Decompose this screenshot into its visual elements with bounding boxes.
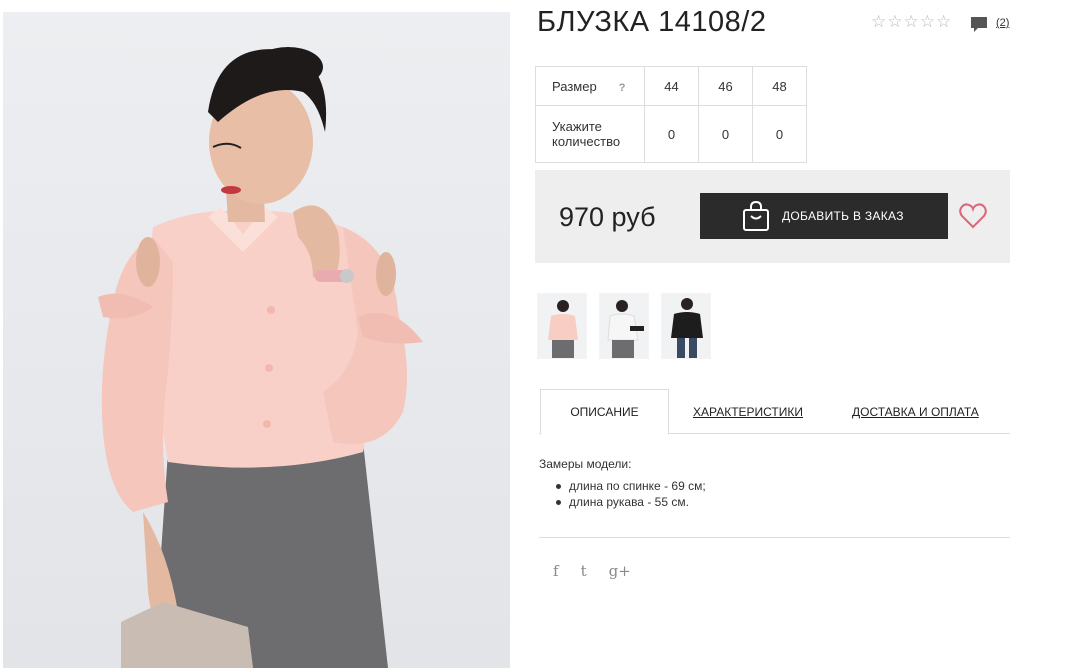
divider [539, 537, 1010, 538]
add-to-order-label: ДОБАВИТЬ В ЗАКАЗ [782, 209, 904, 223]
quantity-input[interactable]: 0 [752, 105, 807, 163]
twitter-icon[interactable]: t [581, 562, 587, 580]
description-heading: Замеры модели: [539, 457, 632, 471]
size-label: Размер [552, 78, 597, 94]
comment-icon[interactable] [970, 16, 988, 34]
size-option: 48 [752, 66, 807, 106]
product-title: БЛУЗКА 14108/2 [537, 6, 767, 38]
info-tabs: ОПИСАНИЕ ХАРАКТЕРИСТИКИ ДОСТАВКА И ОПЛАТ… [539, 389, 1010, 435]
list-item: длина по спинке - 69 см; [556, 478, 706, 494]
tab-delivery-payment[interactable]: ДОСТАВКА И ОПЛАТА [852, 389, 979, 434]
price: 970 руб [559, 202, 656, 232]
social-share: f t g+ [553, 562, 631, 580]
description-list: длина по спинке - 69 см; длина рукава - … [539, 478, 706, 510]
model-illustration [98, 47, 423, 668]
heart-icon[interactable] [959, 203, 987, 229]
facebook-icon[interactable]: f [553, 562, 559, 580]
reviews-link[interactable]: (2) [996, 17, 1009, 29]
list-item: длина рукава - 55 см. [556, 494, 706, 510]
size-help-icon[interactable]: ? [619, 82, 626, 94]
google-plus-icon[interactable]: g+ [609, 562, 631, 580]
thumbnail-black[interactable] [661, 293, 711, 359]
star-icon[interactable]: ☆ [887, 13, 902, 30]
add-to-order-button[interactable]: ДОБАВИТЬ В ЗАКАЗ [700, 193, 948, 239]
star-icon[interactable]: ☆ [936, 13, 951, 30]
bag-icon [743, 201, 769, 231]
size-option: 46 [698, 66, 753, 106]
description-panel: Замеры модели: длина по спинке - 69 см; … [539, 457, 706, 510]
star-icon[interactable]: ☆ [904, 13, 919, 30]
quantity-input[interactable]: 0 [698, 105, 753, 163]
quantity-label: Укажите количество [535, 105, 645, 163]
size-table: Размер? 44 46 48 Укажите количество 0 0 … [535, 66, 807, 163]
size-option: 44 [644, 66, 699, 106]
price-box: 970 руб ДОБАВИТЬ В ЗАКАЗ [535, 170, 1010, 263]
quantity-input[interactable]: 0 [644, 105, 699, 163]
product-main-image[interactable] [3, 12, 510, 668]
thumbnail-white[interactable] [599, 293, 649, 359]
star-icon[interactable]: ☆ [920, 13, 935, 30]
thumbnail-strip [537, 293, 711, 359]
thumbnail-pink[interactable] [537, 293, 587, 359]
tab-characteristics[interactable]: ХАРАКТЕРИСТИКИ [693, 389, 803, 434]
size-label-cell: Размер? [535, 66, 645, 106]
star-icon[interactable]: ☆ [871, 13, 886, 30]
rating-stars[interactable]: ☆ ☆ ☆ ☆ ☆ [871, 13, 951, 30]
tab-description[interactable]: ОПИСАНИЕ [540, 389, 669, 435]
